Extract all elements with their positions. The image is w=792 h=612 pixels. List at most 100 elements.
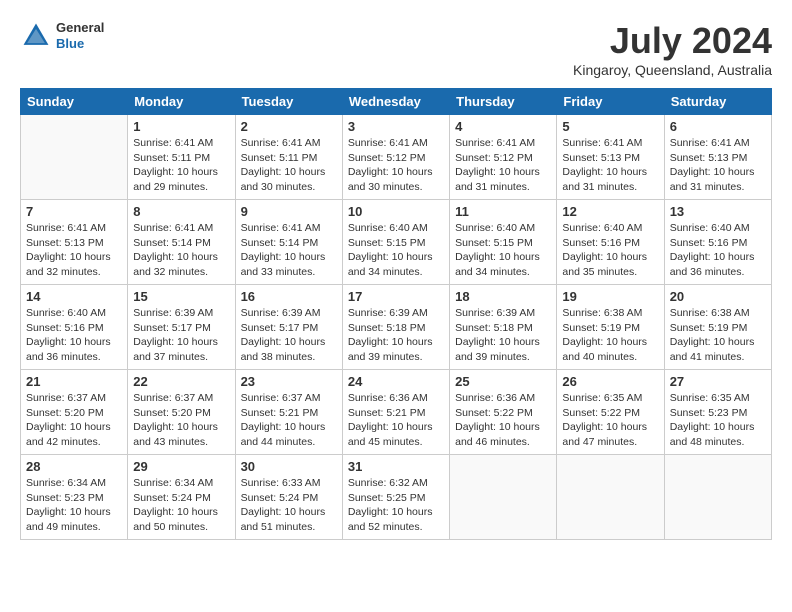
calendar-week-row: 14 Sunrise: 6:40 AM Sunset: 5:16 PM Dayli…	[21, 285, 772, 370]
calendar-cell: 3Sunrise: 6:41 AM Sunset: 5:12 PM Daylig…	[342, 115, 449, 200]
logo-blue: Blue	[56, 36, 104, 52]
day-info: Sunrise: 6:41 AM Sunset: 5:11 PM Dayligh…	[133, 136, 229, 195]
day-number: 31	[348, 459, 444, 474]
calendar-cell: 8Sunrise: 6:41 AM Sunset: 5:14 PM Daylig…	[128, 200, 235, 285]
day-number: 22	[133, 374, 229, 389]
day-info: Sunrise: 6:39 AM Sunset: 5:17 PM Dayligh…	[241, 306, 337, 365]
calendar-header-row: SundayMondayTuesdayWednesdayThursdayFrid…	[21, 89, 772, 115]
calendar-cell: 1 Sunrise: 6:41 AM Sunset: 5:11 PM Daylig…	[128, 115, 235, 200]
day-info: Sunrise: 6:40 AM Sunset: 5:15 PM Dayligh…	[455, 221, 551, 280]
day-number: 14	[26, 289, 122, 304]
day-number: 21	[26, 374, 122, 389]
day-number: 24	[348, 374, 444, 389]
logo: General Blue	[20, 20, 104, 52]
calendar-weekday-sunday: Sunday	[21, 89, 128, 115]
day-number: 1	[133, 119, 229, 134]
calendar-week-row: 21 Sunrise: 6:37 AM Sunset: 5:20 PM Dayli…	[21, 370, 772, 455]
day-number: 26	[562, 374, 658, 389]
day-info: Sunrise: 6:37 AM Sunset: 5:20 PM Dayligh…	[133, 391, 229, 450]
day-number: 10	[348, 204, 444, 219]
calendar-cell: 15 Sunrise: 6:39 AM Sunset: 5:17 PM Dayli…	[128, 285, 235, 370]
calendar-cell: 16 Sunrise: 6:39 AM Sunset: 5:17 PM Dayli…	[235, 285, 342, 370]
calendar-week-row: 1 Sunrise: 6:41 AM Sunset: 5:11 PM Daylig…	[21, 115, 772, 200]
day-info: Sunrise: 6:35 AM Sunset: 5:23 PM Dayligh…	[670, 391, 766, 450]
day-info: Sunrise: 6:33 AM Sunset: 5:24 PM Dayligh…	[241, 476, 337, 535]
calendar-cell: 6Sunrise: 6:41 AM Sunset: 5:13 PM Daylig…	[664, 115, 771, 200]
day-info: Sunrise: 6:40 AM Sunset: 5:16 PM Dayligh…	[670, 221, 766, 280]
day-info: Sunrise: 6:34 AM Sunset: 5:24 PM Dayligh…	[133, 476, 229, 535]
title-area: July 2024 Kingaroy, Queensland, Australi…	[573, 20, 772, 78]
calendar-weekday-tuesday: Tuesday	[235, 89, 342, 115]
day-info: Sunrise: 6:41 AM Sunset: 5:11 PM Dayligh…	[241, 136, 337, 195]
calendar-weekday-monday: Monday	[128, 89, 235, 115]
day-info: Sunrise: 6:41 AM Sunset: 5:14 PM Dayligh…	[241, 221, 337, 280]
calendar-cell: 17 Sunrise: 6:39 AM Sunset: 5:18 PM Dayli…	[342, 285, 449, 370]
calendar-cell: 10 Sunrise: 6:40 AM Sunset: 5:15 PM Dayli…	[342, 200, 449, 285]
day-info: Sunrise: 6:41 AM Sunset: 5:13 PM Dayligh…	[562, 136, 658, 195]
day-info: Sunrise: 6:38 AM Sunset: 5:19 PM Dayligh…	[562, 306, 658, 365]
day-info: Sunrise: 6:34 AM Sunset: 5:23 PM Dayligh…	[26, 476, 122, 535]
calendar-cell: 21 Sunrise: 6:37 AM Sunset: 5:20 PM Dayli…	[21, 370, 128, 455]
calendar-cell: 31 Sunrise: 6:32 AM Sunset: 5:25 PM Dayli…	[342, 455, 449, 540]
calendar-cell: 13 Sunrise: 6:40 AM Sunset: 5:16 PM Dayli…	[664, 200, 771, 285]
day-info: Sunrise: 6:37 AM Sunset: 5:21 PM Dayligh…	[241, 391, 337, 450]
day-number: 19	[562, 289, 658, 304]
calendar-cell: 19 Sunrise: 6:38 AM Sunset: 5:19 PM Dayli…	[557, 285, 664, 370]
day-number: 17	[348, 289, 444, 304]
calendar-cell: 18 Sunrise: 6:39 AM Sunset: 5:18 PM Dayli…	[450, 285, 557, 370]
calendar-cell: 2Sunrise: 6:41 AM Sunset: 5:11 PM Daylig…	[235, 115, 342, 200]
day-number: 28	[26, 459, 122, 474]
day-info: Sunrise: 6:39 AM Sunset: 5:18 PM Dayligh…	[455, 306, 551, 365]
calendar-cell: 14 Sunrise: 6:40 AM Sunset: 5:16 PM Dayli…	[21, 285, 128, 370]
logo-icon	[20, 20, 52, 52]
day-number: 25	[455, 374, 551, 389]
calendar-cell: 20Sunrise: 6:38 AM Sunset: 5:19 PM Dayli…	[664, 285, 771, 370]
day-info: Sunrise: 6:35 AM Sunset: 5:22 PM Dayligh…	[562, 391, 658, 450]
calendar-cell: 11 Sunrise: 6:40 AM Sunset: 5:15 PM Dayli…	[450, 200, 557, 285]
day-info: Sunrise: 6:37 AM Sunset: 5:20 PM Dayligh…	[26, 391, 122, 450]
page-header: General Blue July 2024 Kingaroy, Queensl…	[20, 20, 772, 78]
day-number: 8	[133, 204, 229, 219]
day-number: 5	[562, 119, 658, 134]
calendar-cell: 23 Sunrise: 6:37 AM Sunset: 5:21 PM Dayli…	[235, 370, 342, 455]
day-number: 23	[241, 374, 337, 389]
logo-text: General Blue	[56, 20, 104, 51]
calendar-cell: 5 Sunrise: 6:41 AM Sunset: 5:13 PM Daylig…	[557, 115, 664, 200]
day-number: 4	[455, 119, 551, 134]
calendar-cell	[557, 455, 664, 540]
calendar-cell	[21, 115, 128, 200]
month-title: July 2024	[573, 20, 772, 62]
calendar-cell: 12Sunrise: 6:40 AM Sunset: 5:16 PM Dayli…	[557, 200, 664, 285]
day-number: 11	[455, 204, 551, 219]
day-info: Sunrise: 6:39 AM Sunset: 5:18 PM Dayligh…	[348, 306, 444, 365]
day-number: 13	[670, 204, 766, 219]
day-number: 27	[670, 374, 766, 389]
day-info: Sunrise: 6:41 AM Sunset: 5:12 PM Dayligh…	[455, 136, 551, 195]
day-number: 16	[241, 289, 337, 304]
day-info: Sunrise: 6:41 AM Sunset: 5:13 PM Dayligh…	[26, 221, 122, 280]
calendar-weekday-thursday: Thursday	[450, 89, 557, 115]
day-number: 30	[241, 459, 337, 474]
day-info: Sunrise: 6:39 AM Sunset: 5:17 PM Dayligh…	[133, 306, 229, 365]
calendar-cell: 22 Sunrise: 6:37 AM Sunset: 5:20 PM Dayli…	[128, 370, 235, 455]
calendar-cell: 28 Sunrise: 6:34 AM Sunset: 5:23 PM Dayli…	[21, 455, 128, 540]
day-info: Sunrise: 6:38 AM Sunset: 5:19 PM Dayligh…	[670, 306, 766, 365]
calendar-cell: 4 Sunrise: 6:41 AM Sunset: 5:12 PM Daylig…	[450, 115, 557, 200]
day-number: 9	[241, 204, 337, 219]
calendar-cell: 26 Sunrise: 6:35 AM Sunset: 5:22 PM Dayli…	[557, 370, 664, 455]
day-number: 6	[670, 119, 766, 134]
day-info: Sunrise: 6:40 AM Sunset: 5:16 PM Dayligh…	[26, 306, 122, 365]
calendar-cell: 9 Sunrise: 6:41 AM Sunset: 5:14 PM Daylig…	[235, 200, 342, 285]
calendar-cell: 30 Sunrise: 6:33 AM Sunset: 5:24 PM Dayli…	[235, 455, 342, 540]
calendar-cell	[664, 455, 771, 540]
day-number: 12	[562, 204, 658, 219]
day-number: 18	[455, 289, 551, 304]
calendar-weekday-friday: Friday	[557, 89, 664, 115]
day-number: 15	[133, 289, 229, 304]
calendar-cell: 27 Sunrise: 6:35 AM Sunset: 5:23 PM Dayli…	[664, 370, 771, 455]
calendar-weekday-wednesday: Wednesday	[342, 89, 449, 115]
calendar-cell: 24Sunrise: 6:36 AM Sunset: 5:21 PM Dayli…	[342, 370, 449, 455]
day-info: Sunrise: 6:40 AM Sunset: 5:15 PM Dayligh…	[348, 221, 444, 280]
day-info: Sunrise: 6:32 AM Sunset: 5:25 PM Dayligh…	[348, 476, 444, 535]
calendar-cell: 25Sunrise: 6:36 AM Sunset: 5:22 PM Dayli…	[450, 370, 557, 455]
